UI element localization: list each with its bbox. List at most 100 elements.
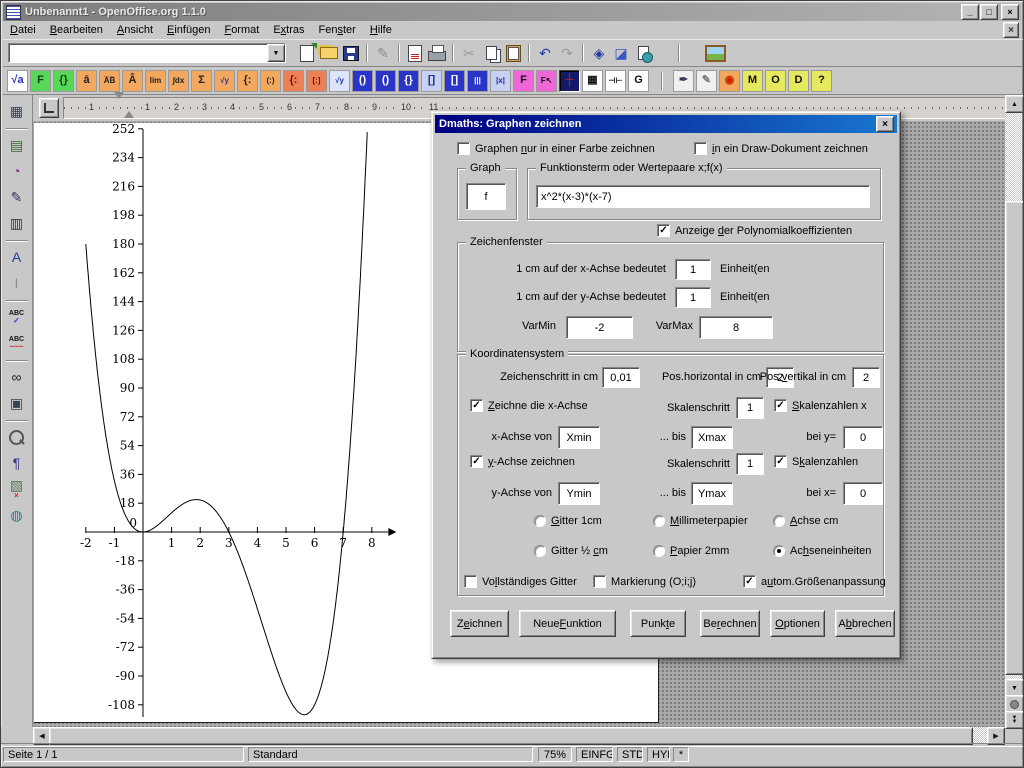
graphics-onoff-icon[interactable]: ▧× <box>5 477 29 501</box>
dm-root-icon[interactable]: √y <box>214 70 235 92</box>
tab-type-button[interactable] <box>39 98 59 118</box>
status-zoom[interactable]: 75% <box>538 747 572 762</box>
dm-sum-icon[interactable]: Σ <box>191 70 212 92</box>
autospellcheck-icon[interactable]: ABC~~~ <box>5 331 29 355</box>
menu-einfuegen[interactable]: Einfügen <box>160 22 217 38</box>
menu-format[interactable]: Format <box>217 22 266 38</box>
dm-limit-icon[interactable]: lim <box>145 70 166 92</box>
radio-achseneinheiten[interactable]: Achseneinheiten <box>773 545 871 557</box>
radio-papier-2mm[interactable]: Papier 2mm <box>653 545 729 557</box>
checkbox-single-color[interactable]: ✓Graphen nur in einer Farbe zeichnen <box>457 142 655 155</box>
pos-vertical-field[interactable]: 2 <box>852 367 880 388</box>
y-scale-field[interactable]: 1 <box>675 287 711 308</box>
data-sources-icon[interactable]: ▣ <box>5 391 29 415</box>
zoom-icon[interactable] <box>5 425 29 449</box>
menu-bearbeiten[interactable]: Bearbeiten <box>43 22 110 38</box>
draw-step-field[interactable]: 0,01 <box>602 367 640 388</box>
dm-brace-colon-red-icon[interactable]: {: <box>283 70 304 92</box>
menu-extras[interactable]: Extras <box>266 22 311 38</box>
checkbox-y-axis[interactable]: ✓y-Achse zeichnen <box>470 455 575 468</box>
undo-icon[interactable]: ↶ <box>534 43 556 63</box>
y-from-field[interactable]: Ymin <box>558 482 600 505</box>
scale-step-x-field[interactable]: 1 <box>736 397 764 419</box>
checkbox-marking-oij[interactable]: ✓Markierung (O;i;j) <box>593 575 696 588</box>
radio-gitter-halb-cm[interactable]: Gitter ½ cm <box>534 545 608 557</box>
save-icon[interactable] <box>340 43 362 63</box>
dm-bracket2-icon[interactable]: [] <box>444 70 465 92</box>
vertical-scroll-thumb[interactable] <box>1005 201 1024 675</box>
dm-function-icon[interactable]: F <box>30 70 51 92</box>
dm-spiral-icon[interactable]: ◉ <box>719 70 740 92</box>
checkbox-auto-size[interactable]: ✓autom.Größenanpassung <box>743 575 886 588</box>
status-insert-mode[interactable]: EINFG <box>576 747 613 762</box>
dm-root-blue-icon[interactable]: √y <box>329 70 350 92</box>
hyperlink-icon[interactable] <box>632 43 654 63</box>
dm-g-icon[interactable]: G <box>628 70 649 92</box>
dm-help-icon[interactable]: ? <box>811 70 832 92</box>
status-selection-mode[interactable]: STD <box>617 747 643 762</box>
dm-pencil-icon[interactable]: ✎ <box>696 70 717 92</box>
status-hyperlink-mode[interactable]: HYP <box>647 747 670 762</box>
paste-icon[interactable] <box>502 43 524 63</box>
copy-icon[interactable] <box>480 43 502 63</box>
autotext-icon[interactable]: A <box>5 245 29 269</box>
dm-bars-icon[interactable]: ||| <box>467 70 488 92</box>
radio-millimeterpapier[interactable]: Millimeterpapier <box>653 515 748 527</box>
dm-f-pink-icon[interactable]: F <box>513 70 534 92</box>
dm-braces-icon[interactable]: {} <box>53 70 74 92</box>
dm-paren-colon-icon[interactable]: (:) <box>260 70 281 92</box>
checkbox-polynomial-coefficients[interactable]: ✓Anzeige der Polynomialkoeffizienten <box>657 224 852 237</box>
nonprinting-characters-icon[interactable]: ¶ <box>5 451 29 475</box>
indent-marker[interactable] <box>114 99 124 117</box>
x-from-field[interactable]: Xmin <box>558 426 600 449</box>
open-icon[interactable] <box>318 43 340 63</box>
checkbox-scale-numbers-y[interactable]: ✓Skalenzahlen <box>774 455 858 468</box>
x-to-field[interactable]: Xmax <box>691 426 733 449</box>
radio-gitter-1cm[interactable]: Gitter 1cm <box>534 515 602 527</box>
cut-icon[interactable]: ✂ <box>458 43 480 63</box>
navigator-icon[interactable]: ◈ <box>588 43 610 63</box>
menu-ansicht[interactable]: Ansicht <box>110 22 160 38</box>
dm-paren2-icon[interactable]: () <box>375 70 396 92</box>
menu-hilfe[interactable]: Hilfe <box>363 22 399 38</box>
optionen-button[interactable]: Optionen <box>770 610 825 637</box>
find-replace-icon[interactable]: ∞ <box>5 365 29 389</box>
scale-step-y-field[interactable]: 1 <box>736 453 764 475</box>
at-x-field[interactable]: 0 <box>843 482 883 505</box>
gallery-icon[interactable] <box>704 43 726 63</box>
varmax-field[interactable]: 8 <box>699 316 773 339</box>
dm-bracket-colon-red-icon[interactable]: [:] <box>306 70 327 92</box>
dm-o-icon[interactable]: O <box>765 70 786 92</box>
minimize-button[interactable]: _ <box>961 4 979 20</box>
checkbox-x-axis[interactable]: ✓Zeichne die x-Achse <box>470 399 588 412</box>
dm-angle-icon[interactable]: Â <box>122 70 143 92</box>
dm-sqrt-icon[interactable]: √a <box>7 70 28 92</box>
berechnen-button[interactable]: Berechnen <box>700 610 760 637</box>
checkbox-draw-document[interactable]: ✓in ein Draw-Dokument zeichnen <box>694 142 868 155</box>
graph-name-field[interactable]: f <box>466 183 506 210</box>
maximize-button[interactable]: □ <box>980 4 998 20</box>
menu-datei[interactable]: Datei <box>3 22 43 38</box>
insert-icon[interactable]: ▤ <box>5 133 29 157</box>
function-term-input[interactable]: x^2*(x-3)*(x-7) <box>536 185 870 208</box>
draw-functions-icon[interactable]: ✎ <box>5 185 29 209</box>
dm-abs-icon[interactable]: |x| <box>490 70 511 92</box>
dm-segment-icon[interactable]: A̅B̅ <box>99 70 120 92</box>
next-page-button[interactable]: ▼▼ <box>1005 711 1024 729</box>
dialog-close-icon[interactable]: × <box>876 116 894 132</box>
zeichnen-button[interactable]: Zeichnen <box>450 610 509 637</box>
dialog-title-bar[interactable]: Dmaths: Graphen zeichnen × <box>435 115 897 133</box>
menu-fenster[interactable]: Fenster <box>312 22 363 38</box>
dm-brace-blue-icon[interactable]: {} <box>398 70 419 92</box>
export-pdf-icon[interactable] <box>404 43 426 63</box>
radio-achse-cm[interactable]: Achse cm <box>773 515 838 527</box>
scroll-up-icon[interactable]: ▲ <box>1005 95 1024 113</box>
x-scale-field[interactable]: 1 <box>675 259 711 280</box>
stylist-icon[interactable]: ◪ <box>610 43 632 63</box>
dm-f-pointer-icon[interactable]: F↖ <box>536 70 557 92</box>
neue-funktion-button[interactable]: Neue Funktion <box>519 610 616 637</box>
horizontal-scrollbar[interactable]: ◀ ▶ <box>33 727 1005 743</box>
direct-cursor-icon[interactable]: I <box>5 271 29 295</box>
dm-axes-icon[interactable]: ⊣⊢ <box>605 70 626 92</box>
new-document-icon[interactable] <box>296 43 318 63</box>
